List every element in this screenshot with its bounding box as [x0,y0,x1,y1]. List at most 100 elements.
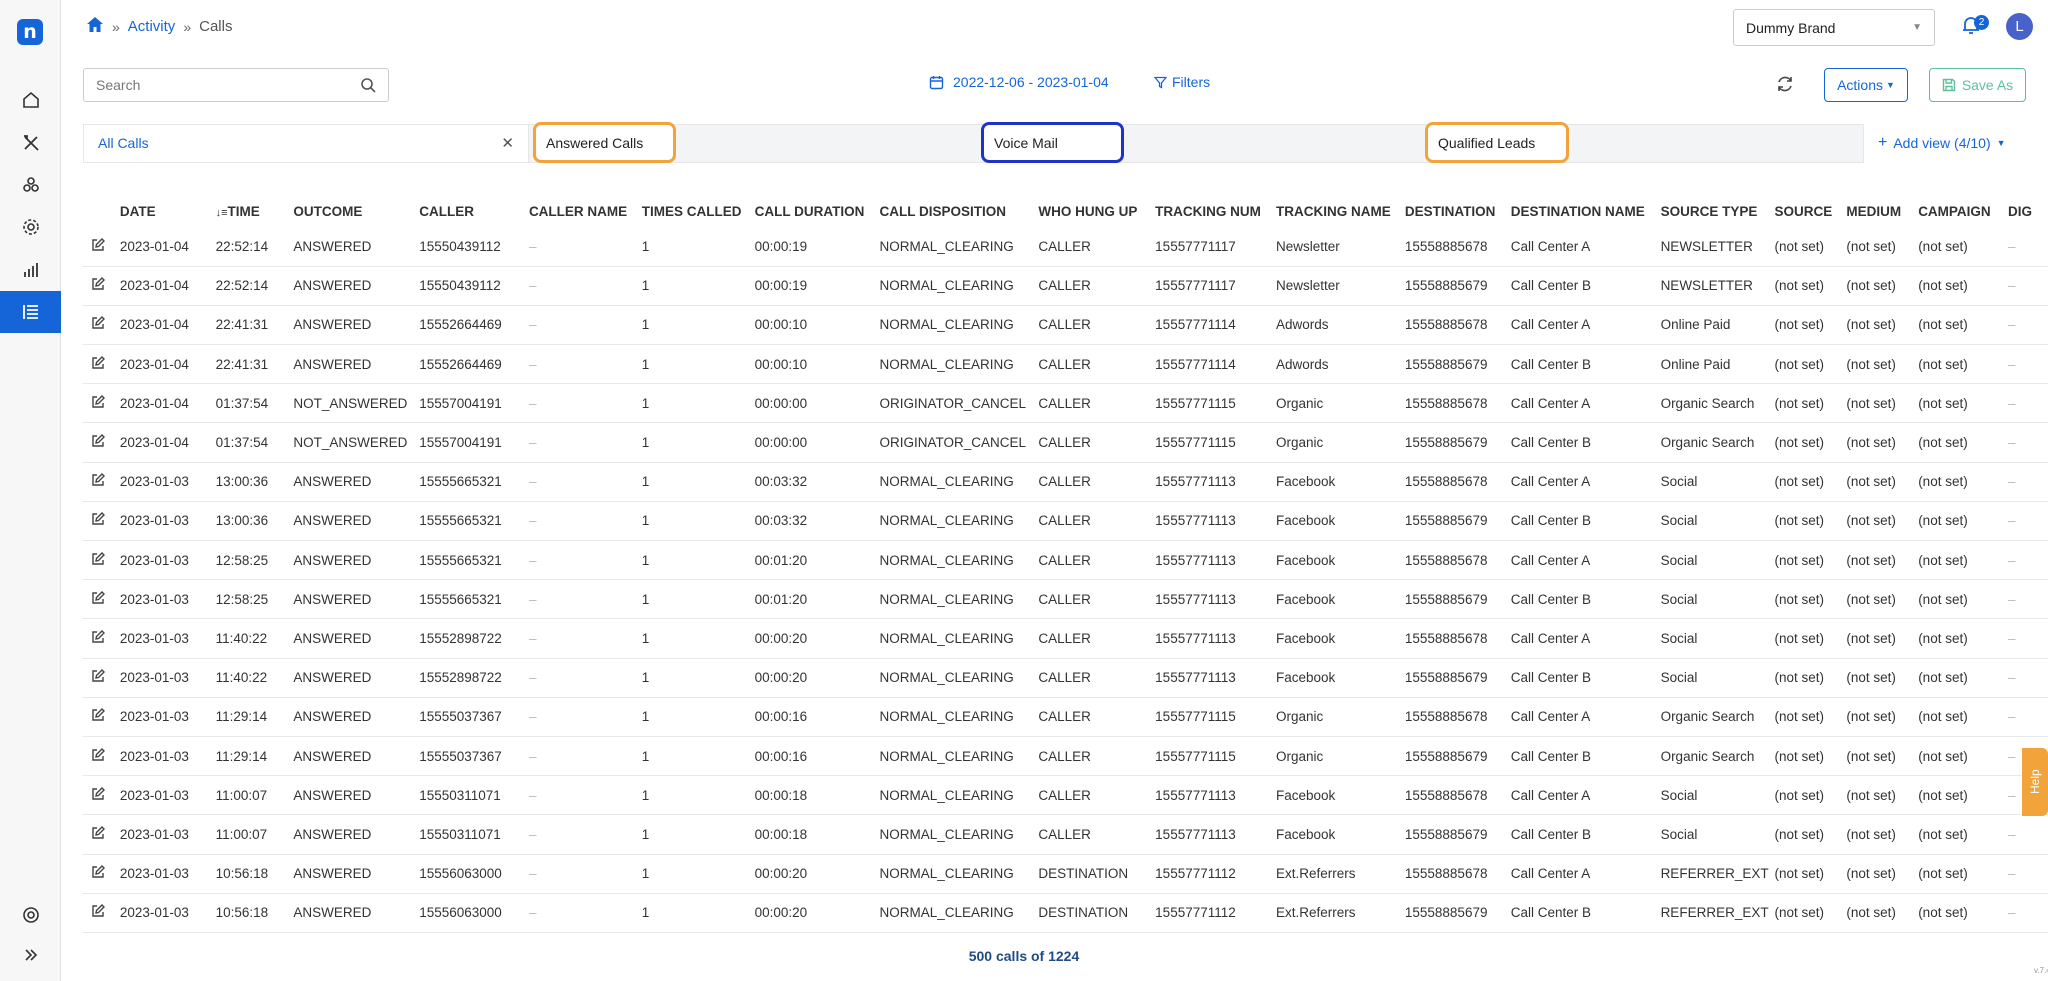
refresh-icon[interactable] [1775,74,1795,94]
edit-icon[interactable] [91,394,105,409]
search-box[interactable] [83,68,389,102]
table-row[interactable]: 2023-01-04 22:41:31 ANSWERED 15552664469–1 0… [83,305,2048,346]
cell-caller-name: – [528,344,642,385]
cell-who-hung-up: CALLER [1038,266,1156,306]
edit-icon[interactable] [91,747,105,762]
cell-destination-name: Call Center B [1510,344,1661,385]
close-icon[interactable]: ✕ [501,125,514,162]
search-input[interactable] [96,77,360,93]
cell-time: 11:29:14 [215,736,294,777]
column-header-tracking-num[interactable]: TRACKING NUM [1155,195,1276,227]
table-row[interactable]: 2023-01-04 01:37:54 NOT_ANSWERED 1555700419… [83,383,2048,424]
column-header-who-hung-up[interactable]: WHO HUNG UP [1038,195,1155,227]
column-header-source-type[interactable]: SOURCE TYPE [1661,195,1775,227]
column-header-medium[interactable]: MEDIUM [1846,195,1918,227]
sort-descending-icon[interactable]: ↓≡ [216,207,228,219]
view-tab-answered-calls[interactable]: Answered Calls [533,122,676,163]
column-header-dig[interactable]: DIG [2008,195,2048,227]
help-tab[interactable]: Help [2022,748,2048,816]
nav-home-icon[interactable] [0,79,61,121]
cell-dig: – [2008,344,2048,385]
brand-select[interactable]: Dummy Brand ▼ [1733,9,1935,46]
edit-icon[interactable] [91,825,105,840]
cell-who-hung-up: CALLER [1038,814,1156,855]
edit-icon[interactable] [91,355,105,370]
cell-tracking-name: Facebook [1276,814,1405,855]
nav-reports-icon[interactable] [0,249,61,291]
table-row[interactable]: 2023-01-03 13:00:36 ANSWERED 15555665321–1 0… [83,501,2048,542]
column-header-tracking-name[interactable]: TRACKING NAME [1276,195,1405,227]
app-logo[interactable]: n [17,19,43,45]
table-row[interactable]: 2023-01-03 10:56:18 ANSWERED 15556063000–1 0… [83,893,2048,933]
table-row[interactable]: 2023-01-04 22:52:14 ANSWERED 15550439112–1 0… [83,266,2048,306]
column-header-destination-name[interactable]: DESTINATION NAME [1511,195,1661,227]
edit-icon[interactable] [91,708,105,722]
cell-source: (not set) [1774,305,1847,346]
table-row[interactable]: 2023-01-04 01:37:54 NOT_ANSWERED 1555700419… [83,422,2048,463]
column-header-outcome[interactable]: OUTCOME [293,195,419,227]
filters-button[interactable]: Filters [1154,74,1210,90]
cell-call-disposition: NORMAL_CLEARING [879,579,1039,620]
cell-source: (not set) [1774,697,1847,737]
table-row[interactable]: 2023-01-03 11:40:22 ANSWERED 15552898722–1 0… [83,658,2048,698]
edit-icon[interactable] [91,904,105,918]
column-header-source[interactable]: SOURCE [1775,195,1847,227]
save-as-button[interactable]: Save As [1929,68,2026,102]
cell-times-called: 1 [641,462,755,502]
search-icon[interactable] [360,77,376,93]
edit-icon[interactable] [91,277,105,291]
column-header-call-disposition[interactable]: CALL DISPOSITION [879,195,1038,227]
table-row[interactable]: 2023-01-03 11:00:07 ANSWERED 15550311071–1 0… [83,775,2048,816]
edit-icon[interactable] [91,434,105,448]
avatar[interactable]: L [2006,13,2033,40]
table-row[interactable]: 2023-01-03 12:58:25 ANSWERED 15555665321–1 0… [83,540,2048,581]
home-icon[interactable] [86,16,104,37]
cell-tracking-num: 15557771113 [1155,579,1277,620]
edit-icon[interactable] [91,316,105,330]
date-range-picker[interactable]: 2022-12-06 - 2023-01-04 [929,74,1109,90]
cell-source-type: Organic Search [1660,736,1775,777]
table-row[interactable]: 2023-01-03 11:40:22 ANSWERED 15552898722–1 0… [83,618,2048,659]
cell-destination: 15558885679 [1404,344,1511,385]
edit-icon[interactable] [91,629,105,644]
edit-icon[interactable] [91,590,105,605]
column-header-destination[interactable]: DESTINATION [1405,195,1511,227]
column-header-date[interactable]: DATE [120,195,216,227]
nav-settings-icon[interactable] [0,206,61,248]
edit-icon[interactable] [91,237,105,252]
column-header-caller[interactable]: CALLER [419,195,529,227]
actions-button[interactable]: Actions ▼ [1824,68,1908,102]
table-row[interactable]: 2023-01-03 11:29:14 ANSWERED 15555037367–1 0… [83,736,2048,777]
nav-support-icon[interactable] [0,894,61,936]
edit-icon[interactable] [91,473,105,487]
edit-icon[interactable] [91,669,105,683]
table-row[interactable]: 2023-01-04 22:52:14 ANSWERED 15550439112–1 0… [83,227,2048,267]
view-tab-qualified-leads[interactable]: Qualified Leads [1425,122,1569,163]
edit-icon[interactable] [91,786,105,801]
table-row[interactable]: 2023-01-03 13:00:36 ANSWERED 15555665321–1 0… [83,462,2048,502]
edit-icon[interactable] [91,512,105,526]
column-header-time[interactable]: ↓≡TIME [216,195,294,227]
nav-activity-icon[interactable] [0,291,61,333]
view-tab-voice-mail[interactable]: Voice Mail [981,122,1124,163]
view-tab-answered-calls-label: Answered Calls [546,135,644,151]
add-view-button[interactable]: + Add view (4/10) ▼ [1878,134,2006,152]
table-row[interactable]: 2023-01-03 11:00:07 ANSWERED 15550311071–1 0… [83,814,2048,855]
column-header-call-duration[interactable]: CALL DURATION [755,195,880,227]
column-header-times-called[interactable]: TIMES CALLED [642,195,755,227]
table-row[interactable]: 2023-01-03 11:29:14 ANSWERED 15555037367–1 0… [83,697,2048,737]
edit-cell [83,775,120,816]
cell-outcome: ANSWERED [293,540,420,581]
breadcrumb-activity[interactable]: Activity [128,18,176,35]
column-header-caller-name[interactable]: CALLER NAME [529,195,642,227]
view-tab-all-calls[interactable]: All Calls ✕ [84,125,529,162]
table-row[interactable]: 2023-01-04 22:41:31 ANSWERED 15552664469–1 0… [83,344,2048,385]
table-row[interactable]: 2023-01-03 12:58:25 ANSWERED 15555665321–1 0… [83,579,2048,620]
nav-integrations-icon[interactable] [0,164,61,206]
cell-destination-name: Call Center A [1510,462,1661,502]
nav-tools-icon[interactable] [0,122,61,164]
table-row[interactable]: 2023-01-03 10:56:18 ANSWERED 15556063000–1 0… [83,854,2048,894]
edit-icon[interactable] [91,865,105,879]
edit-icon[interactable] [91,551,105,566]
column-header-campaign[interactable]: CAMPAIGN [1918,195,2008,227]
